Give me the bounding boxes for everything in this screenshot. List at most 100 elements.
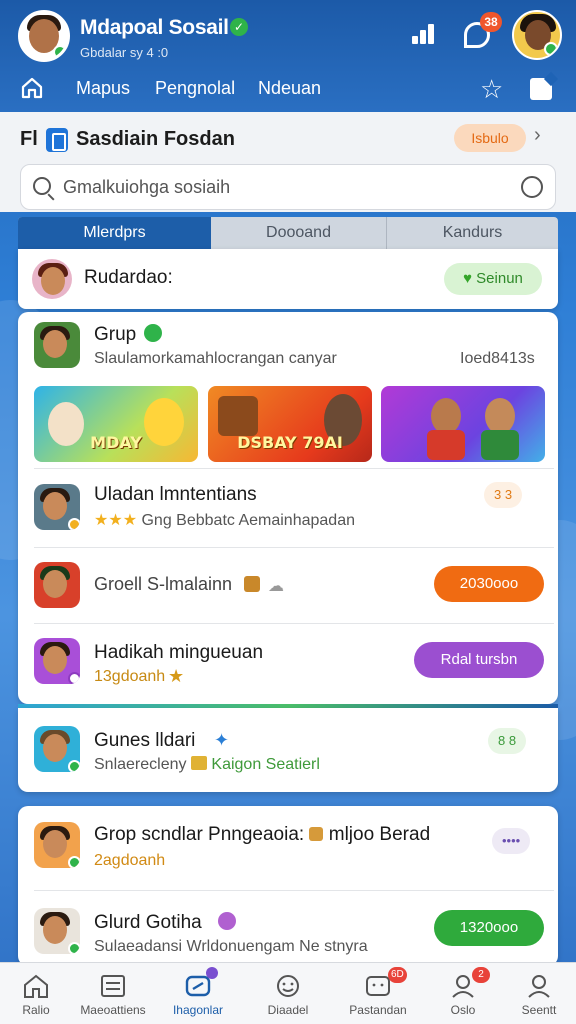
row-3-button[interactable]: Rdal tursbn [414,642,544,678]
bottom-nav-label: Oslo [450,1003,476,1017]
card-3-subtitle-a: Snlaerecleny [94,756,187,773]
card-4-row-1-title: Grop scndlar Pnngeaoia: mljoo Berad [94,824,430,846]
online-status-icon [53,45,67,59]
app-subtitle: Gbdalar sy 4 :0 [80,45,169,60]
profile-row-name: Rudardao: [84,267,173,288]
sparkle-icon: ✦ [214,730,230,750]
row-3-avatar[interactable] [34,638,80,684]
card-4-row-1-title-text: Grop scndlar Pnngeaoia: [94,824,305,845]
divider [34,890,554,891]
edit-icon[interactable] [530,78,552,100]
list-icon [101,975,125,997]
profile-row-button-label: Seinun [476,270,523,287]
top-nav: Mapus Pengnolal Ndeuan ☆ [0,68,576,110]
home-icon [24,974,48,998]
active-dot [206,967,218,979]
section-chip[interactable]: Isbulo [454,124,526,152]
row-3-title: Hadikah mingueuan [94,642,264,663]
profile-avatar[interactable] [512,10,562,60]
bottom-nav-item-seentt[interactable]: Seentt [502,963,576,1024]
tab-doooand[interactable]: Doooand [211,217,386,249]
tab-kandurs[interactable]: Kandurs [386,217,558,249]
row-3-subtitle: 13gdoanh [94,668,166,685]
section-panel: Fl Sasdiain Fosdan Isbulo › [0,112,576,212]
search-icon [33,177,51,195]
star-icon[interactable]: ☆ [480,74,503,105]
row-2-button[interactable]: 2030ooo [434,566,544,602]
tab-mlerdprs[interactable]: Mlerdprs [18,217,211,249]
bottom-nav-label: Diaadel [267,1003,309,1017]
card-3-subtitle-b: Kaigon Seatierl [211,756,320,773]
tab-bar: Mlerdprs Doooand Kandurs [18,217,558,249]
bottom-nav-item-maeoattiens[interactable]: Maeoattiens [72,963,154,1024]
chevron-right-icon[interactable]: › [534,124,541,147]
verified-icon: ✓ [230,18,248,36]
box-icon [244,576,260,592]
card-4-row-1-subtitle: 2agdoanh [94,852,166,869]
row-2-title: Groell S-lmalainn [94,574,233,594]
section-prefix: Fl [20,128,38,150]
bottom-nav-label: Ralio [22,1003,50,1017]
card-3-title: Gunes lldari [94,730,196,751]
rating-stars-icon: ★★★ [94,512,142,529]
card-3: Gunes lldari ✦ Snlaerecleny Kaigon Seati… [18,708,558,792]
bottom-nav-badge: 6D [388,967,407,983]
group-subtitle: Slaulamorkamahlocrangan canyar [94,350,337,367]
nav-item-pengnolal[interactable]: Pengnolal [155,78,235,99]
bottom-nav-label: Pastandan [349,1003,407,1017]
bottom-nav-badge: 2 [472,967,490,983]
bottom-nav-label: Ihagonlar [172,1003,224,1017]
signal-icon [412,22,440,44]
app-title: Mdapoal Sosail [80,16,229,39]
thumbnail-1[interactable]: MDAY [34,386,198,462]
group-avatar[interactable] [34,322,80,368]
home-icon[interactable] [20,76,44,100]
box-icon [190,756,207,770]
card-3-badge: 8 8 [488,728,527,754]
group-title: Grup [94,324,137,345]
divider [34,468,554,469]
bottom-nav-label: Seentt [521,1003,557,1017]
search-bar [20,164,556,210]
card-4-row-1-avatar[interactable] [34,822,80,868]
row-1-subtitle: ★★★ Gng Bebbatc Aemainhapadan [94,510,355,530]
thumbnail-3[interactable] [381,386,545,462]
bottom-nav-item-oslo[interactable]: 2 Oslo [424,963,502,1024]
notification-badge: 38 [480,12,502,32]
user-avatar[interactable] [18,10,70,62]
profile-row-button[interactable]: ♥ Seinun [444,263,542,295]
chat-icon[interactable] [521,176,543,198]
document-icon [46,128,68,152]
row-2-avatar[interactable] [34,562,80,608]
card-4-row-2-avatar[interactable] [34,908,80,954]
card-4-row-2-title: Glurd Gotiha [94,912,202,933]
row-1-avatar[interactable] [34,484,80,530]
bottom-nav-item-pastandan[interactable]: 6D Pastandan [334,963,422,1024]
nav-item-ndeuan[interactable]: Ndeuan [258,78,321,99]
more-options-button[interactable]: •••• [492,828,531,854]
heart-icon: ♥ [463,270,477,287]
row-1-title: Uladan lmntentians [94,484,257,505]
bottom-nav-label: Maeoattiens [80,1003,146,1017]
divider [34,547,554,548]
bottom-nav-item-diaadel[interactable]: Diaadel [246,963,330,1024]
bottom-nav-item-ralio[interactable]: Ralio [0,963,72,1024]
smile-icon [277,975,299,997]
box-icon [309,827,324,841]
group-icon [144,324,162,342]
star-badge-icon: ★ [168,666,185,686]
divider [34,623,554,624]
badge-icon [218,912,236,930]
card-4-row-1-title-tail: mljoo Berad [328,824,431,845]
profile-card: Rudardao: ♥ Seinun [18,249,558,309]
row-1-subtitle-text: Gng Bebbatc Aemainhapadan [141,512,355,529]
search-input[interactable] [63,165,503,209]
bottom-nav-item-ihagonlar[interactable]: Ihagonlar [154,963,242,1024]
thumbnail-1-label: MDAY [90,433,142,452]
profile-row-avatar[interactable] [32,259,72,299]
card-3-avatar[interactable] [34,726,80,772]
section-title: Sasdiain Fosdan [76,128,235,150]
nav-item-mapus[interactable]: Mapus [76,78,130,99]
thumbnail-2[interactable]: DSBAY 79AI [208,386,372,462]
card-4-row-2-button[interactable]: 1320ooo [434,910,544,946]
